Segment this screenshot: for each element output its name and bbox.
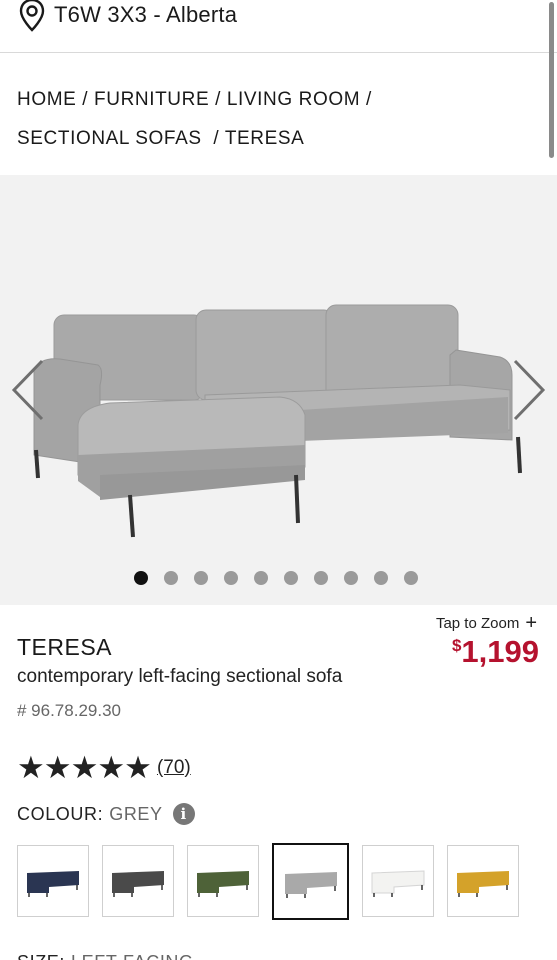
gallery-dot[interactable]: [194, 571, 208, 585]
product-subtitle: contemporary left-facing sectional sofa: [17, 666, 343, 687]
product-name: TERESA: [17, 634, 113, 660]
size-selector-label: SIZE: LEFT-FACING: [17, 952, 194, 960]
product-image-gallery[interactable]: [0, 175, 557, 605]
sofa-thumbnail-icon: [457, 871, 509, 897]
sofa-thumbnail-icon: [112, 871, 164, 897]
colour-label: COLOUR:: [17, 803, 104, 824]
chevron-left-icon[interactable]: [8, 355, 48, 425]
gallery-dot[interactable]: [254, 571, 268, 585]
location-bar[interactable]: T6W 3X3 - Alberta: [0, 0, 557, 53]
sofa-thumbnail-icon: [27, 871, 79, 897]
zoom-label: Tap to Zoom: [435, 615, 520, 632]
swatch-navy[interactable]: [17, 845, 89, 917]
gallery-dot[interactable]: [404, 571, 418, 585]
location-pin-icon: [19, 0, 45, 32]
sofa-thumbnail-icon: [284, 871, 337, 898]
colour-value: GREY: [109, 803, 163, 824]
size-value: LEFT-FACING: [71, 952, 194, 960]
breadcrumb-home[interactable]: HOME: [17, 89, 76, 110]
swatch-charcoal[interactable]: [102, 845, 174, 917]
location-text: T6W 3X3 - Alberta: [54, 2, 238, 27]
breadcrumb-sectional-sofas[interactable]: SECTIONAL SOFAS: [17, 128, 202, 149]
page-scrollbar[interactable]: [549, 2, 554, 158]
gallery-dot[interactable]: [374, 571, 388, 585]
breadcrumb-current: TERESA: [224, 128, 305, 149]
gallery-dot[interactable]: [164, 571, 178, 585]
colour-selector-label: COLOUR: GREY i: [17, 803, 195, 825]
gallery-dot[interactable]: [344, 571, 358, 585]
info-icon[interactable]: i: [172, 803, 195, 825]
breadcrumb-living-room[interactable]: LIVING ROOM: [227, 89, 360, 110]
product-sku: # 96.78.29.30: [17, 701, 121, 720]
chevron-right-icon[interactable]: [509, 355, 549, 425]
sofa-thumbnail-icon: [371, 870, 425, 897]
price-currency: $: [451, 636, 462, 655]
swatch-green[interactable]: [187, 845, 259, 917]
tap-to-zoom-button[interactable]: Tap to Zoom +: [436, 612, 537, 635]
gallery-dot[interactable]: [284, 571, 298, 585]
plus-icon: +: [525, 612, 537, 634]
colour-swatches: [17, 843, 519, 920]
product-image: [33, 304, 522, 538]
gallery-dot[interactable]: [224, 571, 238, 585]
review-count-link[interactable]: (70): [157, 757, 191, 779]
breadcrumb-furniture[interactable]: FURNITURE: [94, 89, 209, 110]
breadcrumb: HOME / FURNITURE / LIVING ROOM / SECTION…: [17, 89, 372, 149]
gallery-pagination: [134, 571, 418, 585]
size-label: SIZE:: [17, 952, 65, 960]
product-rating: ★★★★★ (70): [17, 750, 191, 786]
star-rating-icon: ★★★★★: [17, 750, 152, 785]
swatch-grey[interactable]: [272, 843, 349, 920]
gallery-dot[interactable]: [314, 571, 328, 585]
swatch-yellow[interactable]: [447, 845, 519, 917]
swatch-white[interactable]: [362, 845, 434, 917]
product-price: $1,199: [452, 634, 539, 670]
price-value: 1,199: [461, 634, 539, 669]
sofa-thumbnail-icon: [197, 871, 249, 897]
gallery-dot[interactable]: [134, 571, 148, 585]
